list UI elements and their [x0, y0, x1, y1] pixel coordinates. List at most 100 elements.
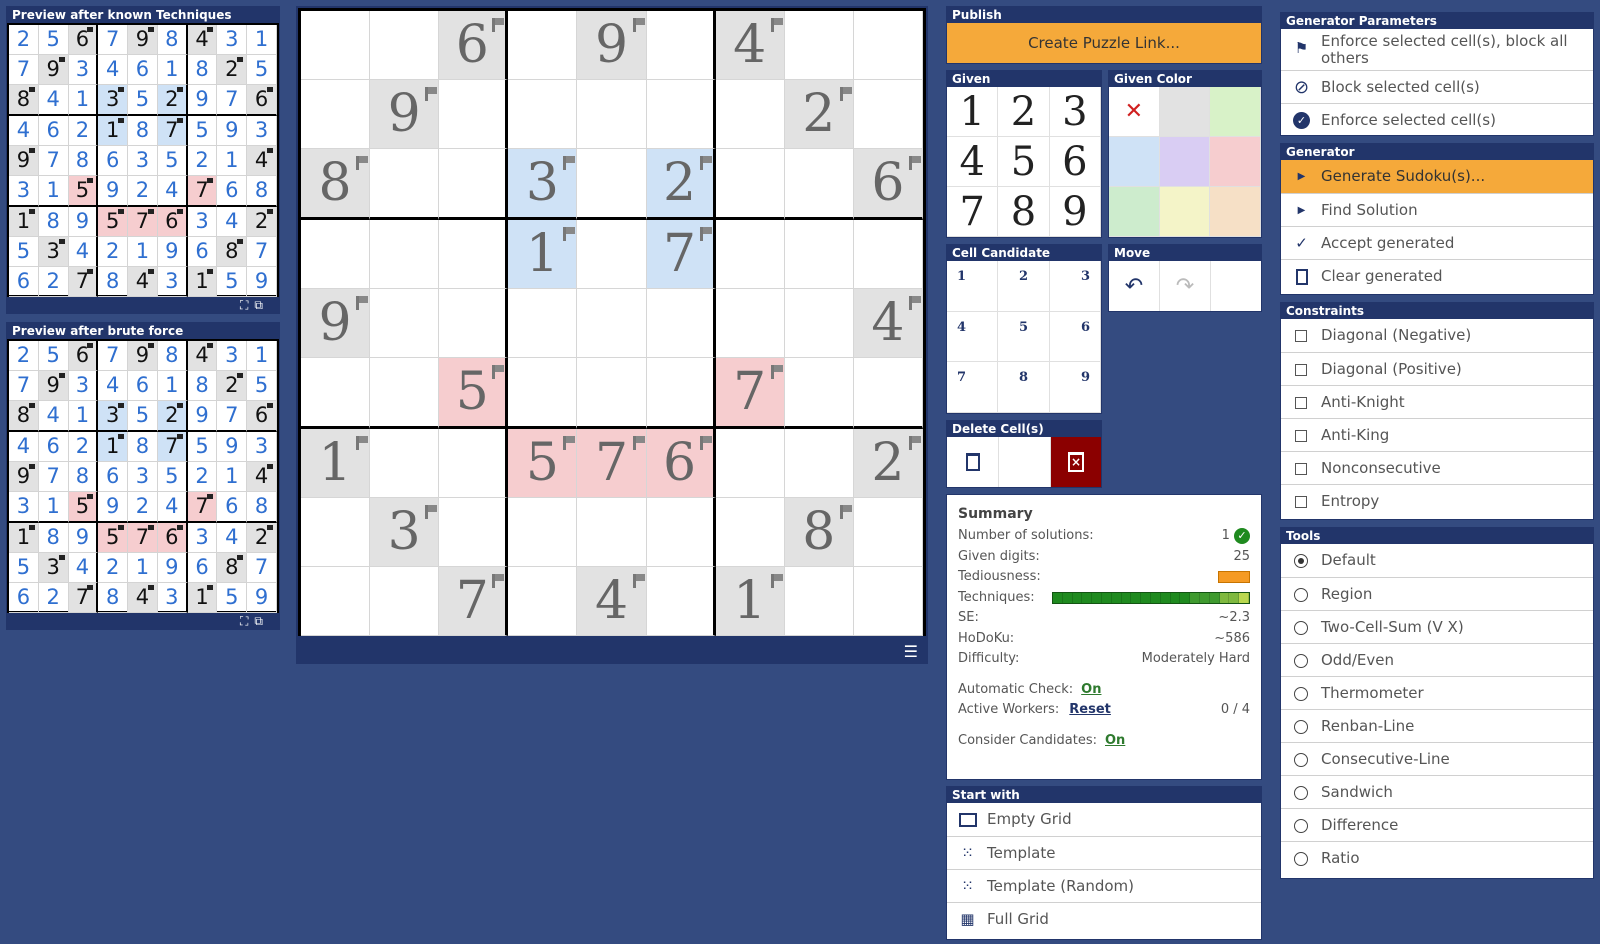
tool-option[interactable]: Default [1281, 544, 1593, 577]
hamburger-icon[interactable]: ☰ [904, 642, 918, 661]
sudoku-cell[interactable] [301, 567, 371, 636]
sudoku-cell[interactable]: 1 [301, 429, 371, 498]
sudoku-cell[interactable]: 9 [370, 80, 440, 149]
param-block-selected[interactable]: ⊘ Block selected cell(s) [1281, 70, 1593, 103]
checkbox-icon[interactable] [1295, 430, 1307, 442]
sudoku-cell[interactable] [577, 358, 647, 429]
sudoku-cell[interactable] [853, 358, 923, 429]
sudoku-cell[interactable] [370, 11, 440, 80]
sudoku-cell[interactable] [784, 149, 854, 220]
candidate-digit-button[interactable]: 4 [947, 311, 999, 363]
tool-option[interactable]: Renban-Line [1281, 709, 1593, 742]
sudoku-cell[interactable] [784, 220, 854, 289]
sudoku-cell[interactable] [577, 80, 647, 149]
checkbox-icon[interactable] [1295, 330, 1307, 342]
sudoku-cell[interactable] [439, 220, 509, 289]
sudoku-cell[interactable] [715, 149, 785, 220]
radio-icon[interactable] [1294, 588, 1308, 602]
constraint-option[interactable]: Entropy [1281, 484, 1593, 517]
given-color-swatch[interactable]: ✕ [1109, 87, 1160, 137]
sudoku-cell[interactable]: 5 [508, 429, 578, 498]
given-digit-button[interactable]: 8 [998, 187, 1050, 237]
undo-button[interactable]: ↶ [1109, 261, 1160, 311]
sudoku-cell[interactable] [715, 498, 785, 567]
redo-button[interactable]: ↷ [1160, 261, 1211, 311]
given-color-swatch[interactable] [1210, 87, 1261, 137]
sudoku-cell[interactable] [439, 429, 509, 498]
sudoku-cell[interactable] [784, 11, 854, 80]
constraint-option[interactable]: Nonconsecutive [1281, 451, 1593, 484]
sudoku-cell[interactable] [646, 498, 716, 567]
sudoku-cell[interactable]: 4 [715, 11, 785, 80]
sudoku-cell[interactable]: 5 [439, 358, 509, 429]
constraint-option[interactable]: Anti-Knight [1281, 385, 1593, 418]
sudoku-cell[interactable]: 8 [784, 498, 854, 567]
sudoku-cell[interactable] [439, 80, 509, 149]
constraint-option[interactable]: Anti-King [1281, 418, 1593, 451]
sudoku-cell[interactable] [853, 80, 923, 149]
sudoku-cell[interactable] [370, 429, 440, 498]
sudoku-cell[interactable] [301, 358, 371, 429]
sudoku-cell[interactable] [301, 80, 371, 149]
checkbox-icon[interactable] [1295, 397, 1307, 409]
given-digit-button[interactable]: 7 [947, 187, 999, 237]
candidate-digit-button[interactable]: 7 [947, 362, 999, 413]
given-color-swatch[interactable] [1210, 137, 1261, 187]
tool-option[interactable]: Ratio [1281, 841, 1593, 874]
sudoku-cell[interactable] [646, 11, 716, 80]
radio-icon[interactable] [1294, 554, 1308, 568]
tool-option[interactable]: Two-Cell-Sum (V X) [1281, 610, 1593, 643]
sudoku-cell[interactable] [439, 498, 509, 567]
accept-generated-button[interactable]: ✓ Accept generated [1281, 226, 1593, 259]
given-digit-button[interactable]: 6 [1049, 137, 1101, 187]
sudoku-cell[interactable]: 2 [853, 429, 923, 498]
sudoku-cell[interactable]: 2 [646, 149, 716, 220]
create-puzzle-link-button[interactable]: Create Puzzle Link... [947, 23, 1261, 63]
sudoku-cell[interactable] [370, 567, 440, 636]
radio-icon[interactable] [1294, 819, 1308, 833]
candidate-digit-button[interactable]: 9 [1049, 362, 1101, 413]
sudoku-cell[interactable]: 7 [439, 567, 509, 636]
sudoku-cell[interactable]: 9 [301, 289, 371, 358]
copy-icon[interactable]: ⧉ [254, 614, 269, 628]
candidate-digit-button[interactable]: 8 [998, 362, 1050, 413]
tool-option[interactable]: Region [1281, 577, 1593, 610]
sudoku-cell[interactable] [715, 220, 785, 289]
sudoku-cell[interactable] [646, 289, 716, 358]
sudoku-cell[interactable] [508, 80, 578, 149]
checkbox-icon[interactable] [1295, 364, 1307, 376]
consider-candidates-toggle[interactable]: On [1105, 731, 1125, 752]
sudoku-cell[interactable]: 6 [646, 429, 716, 498]
sudoku-cell[interactable] [508, 358, 578, 429]
sudoku-cell[interactable]: 9 [577, 11, 647, 80]
sudoku-cell[interactable] [646, 567, 716, 636]
expand-icon[interactable]: ⛶ [240, 298, 254, 312]
sudoku-cell[interactable]: 7 [577, 429, 647, 498]
given-color-swatch[interactable] [1159, 137, 1211, 187]
sudoku-cell[interactable] [784, 429, 854, 498]
radio-icon[interactable] [1294, 654, 1308, 668]
delete-all-button[interactable]: × [1051, 437, 1101, 487]
sudoku-cell[interactable]: 7 [715, 358, 785, 429]
sudoku-cell[interactable] [577, 220, 647, 289]
sudoku-cell[interactable] [508, 11, 578, 80]
sudoku-cell[interactable] [508, 289, 578, 358]
sudoku-cell[interactable]: 6 [853, 149, 923, 220]
sudoku-cell[interactable] [301, 220, 371, 289]
candidate-digit-button[interactable]: 6 [1049, 311, 1101, 363]
tool-option[interactable]: Difference [1281, 808, 1593, 841]
sudoku-cell[interactable]: 1 [715, 567, 785, 636]
given-digit-button[interactable]: 5 [998, 137, 1050, 187]
start-full-grid[interactable]: ▦ Full Grid [947, 902, 1261, 935]
sudoku-cell[interactable] [370, 149, 440, 220]
sudoku-cell[interactable] [370, 358, 440, 429]
sudoku-cell[interactable]: 4 [853, 289, 923, 358]
given-color-swatch[interactable] [1159, 87, 1211, 137]
start-template[interactable]: ⁙ Template [947, 836, 1261, 869]
param-enforce-selected[interactable]: ✓ Enforce selected cell(s) [1281, 103, 1593, 136]
sudoku-cell[interactable] [439, 289, 509, 358]
candidate-digit-button[interactable]: 1 [947, 261, 999, 312]
tool-option[interactable]: Thermometer [1281, 676, 1593, 709]
candidate-digit-button[interactable]: 3 [1049, 261, 1101, 312]
constraint-option[interactable]: Diagonal (Positive) [1281, 352, 1593, 385]
